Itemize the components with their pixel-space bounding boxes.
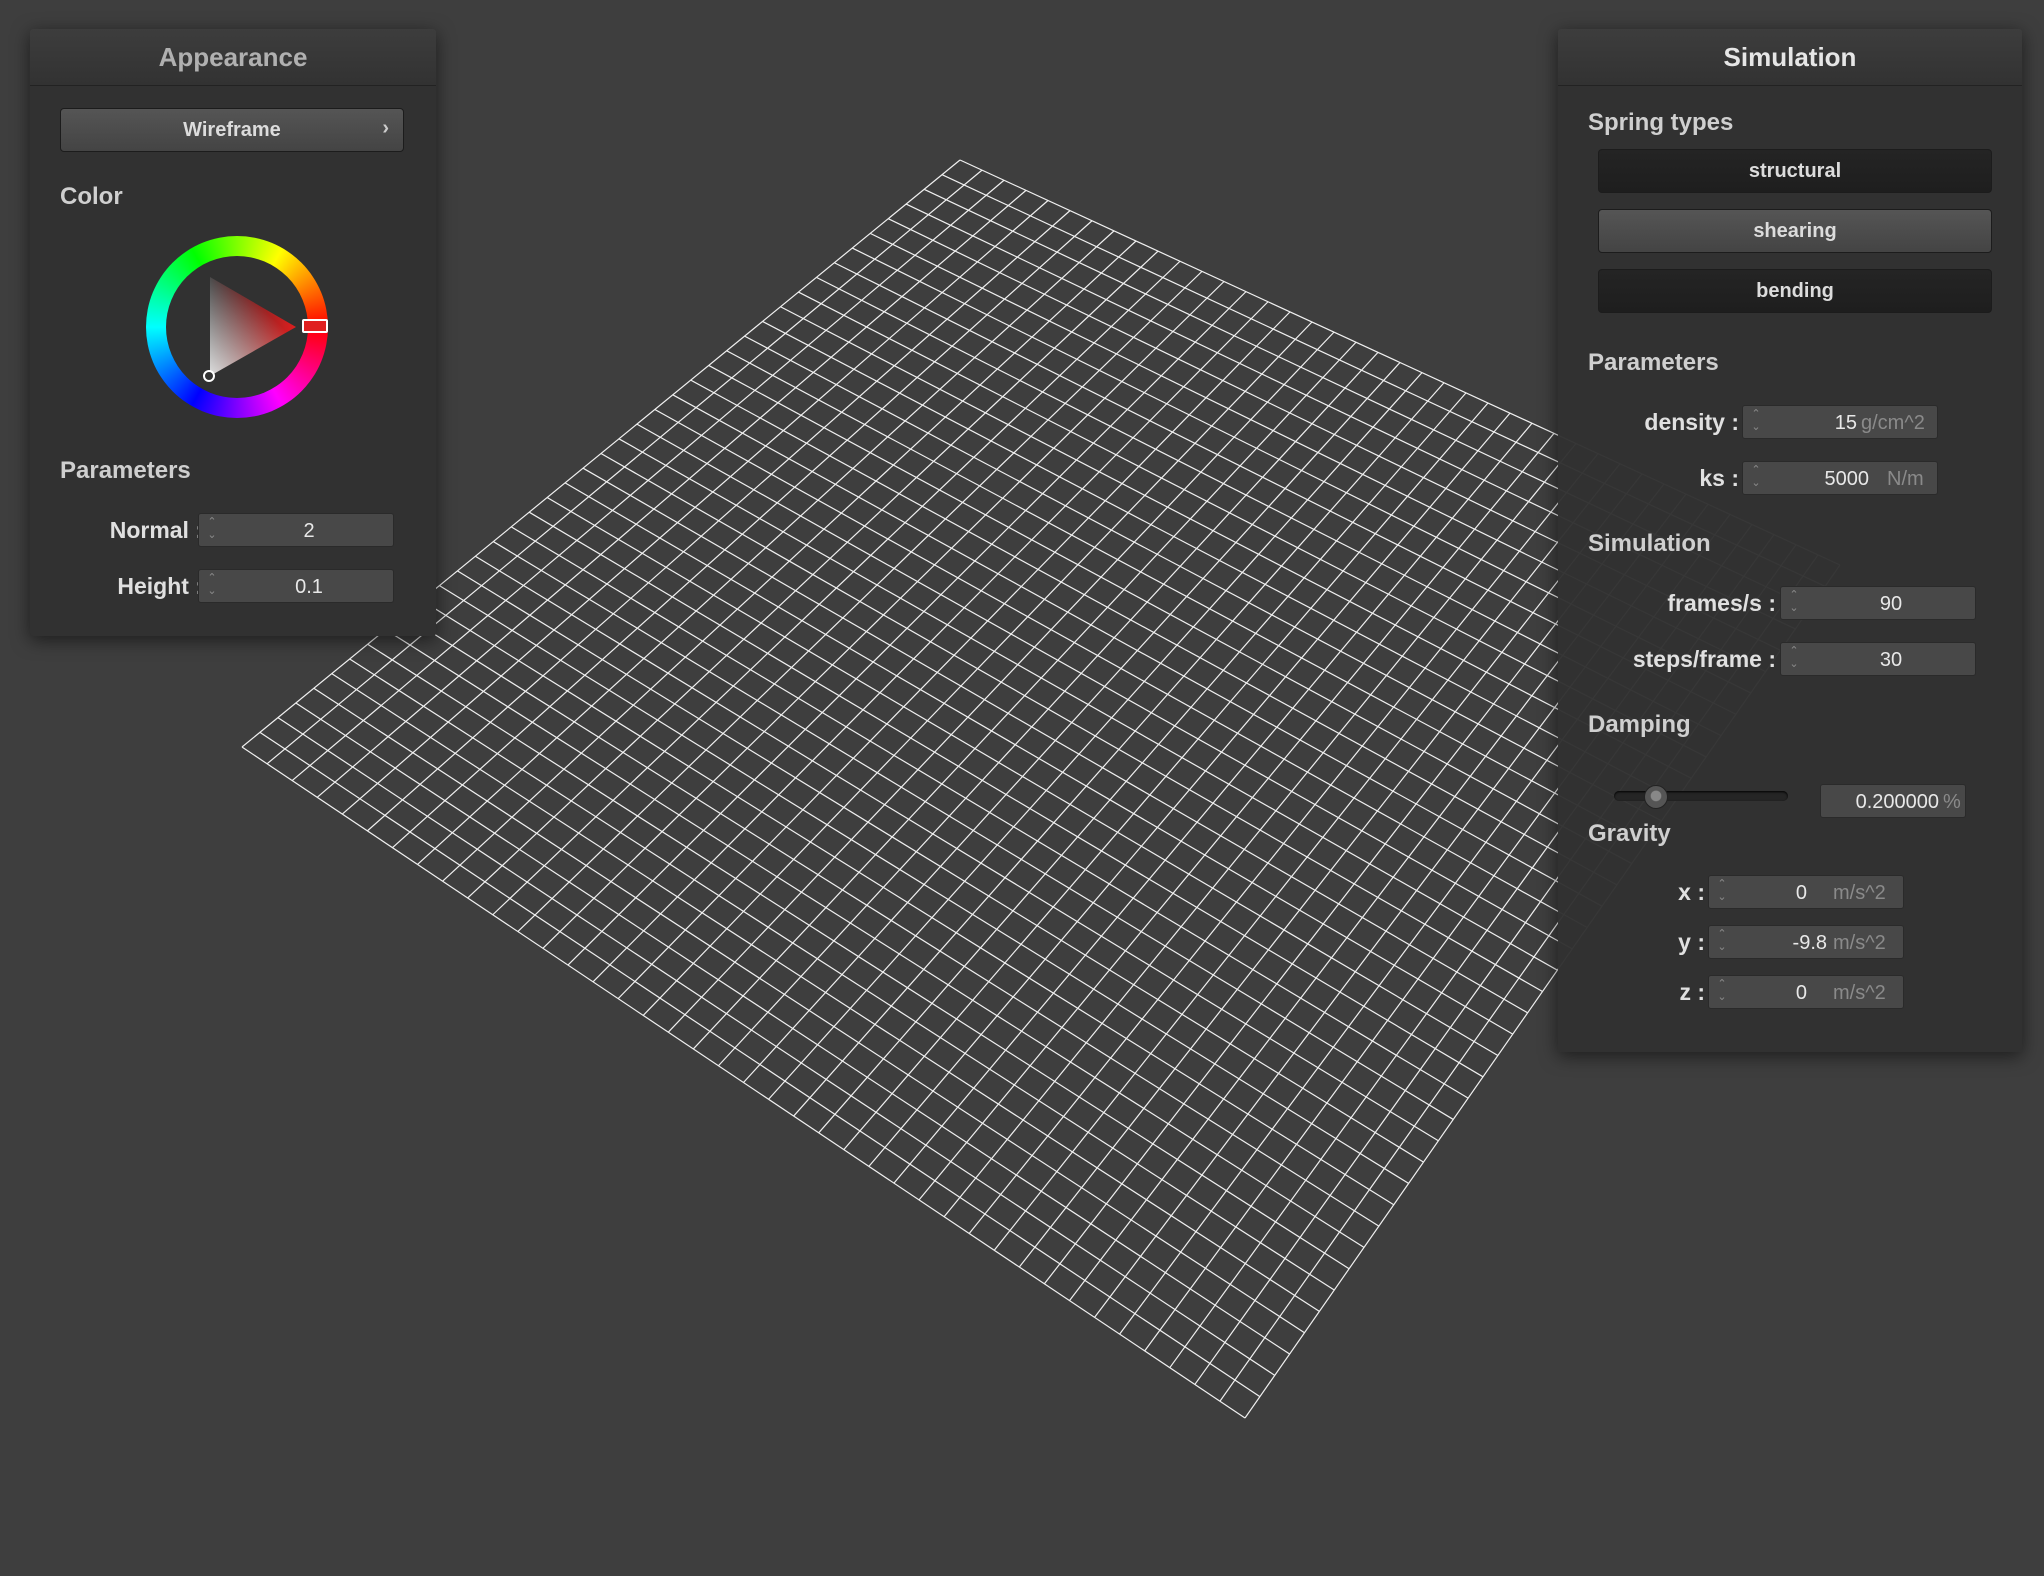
height-input[interactable]: ⌃ ⌄ 0.1 (198, 569, 394, 603)
density-value: 15 (1834, 412, 1857, 434)
normal-input[interactable]: ⌃ ⌄ 2 (198, 513, 394, 547)
gravity-y-value: -9.8 (1792, 932, 1827, 954)
mesh-line (349, 658, 1335, 1291)
mesh-line (313, 687, 1305, 1334)
steps-value: 30 (1879, 649, 1903, 671)
steps-input[interactable]: ⌃ ⌄ 30 (1780, 642, 1976, 676)
height-label: Height : (117, 573, 203, 599)
gravity-label: Gravity (1588, 820, 1671, 847)
fps-value: 90 (1879, 593, 1903, 615)
fps-label: frames/s : (1667, 590, 1776, 616)
gravity-y-input[interactable]: ⌃ ⌄ -9.8 m/s^2 (1708, 925, 1904, 959)
density-input[interactable]: ⌃ ⌄ 15 g/cm^2 (1742, 405, 1938, 439)
shearing-toggle[interactable]: shearing (1598, 209, 1992, 253)
appearance-panel: Appearance Wireframe › Color Parameters … (30, 29, 436, 636)
gravity-x-value: 0 (1795, 882, 1807, 904)
render-mode-label: Wireframe (183, 118, 281, 141)
mesh-line (277, 717, 1276, 1376)
fps-input[interactable]: ⌃ ⌄ 90 (1780, 586, 1976, 620)
mesh-line (241, 746, 1246, 1419)
damping-slider[interactable] (1614, 785, 1788, 809)
gravity-x-input[interactable]: ⌃ ⌄ 0 m/s^2 (1708, 875, 1904, 909)
gravity-y-unit: m/s^2 (1833, 932, 1886, 954)
normal-value: 2 (303, 520, 315, 542)
chevron-right-icon: › (382, 117, 389, 139)
mesh-line (259, 731, 1261, 1398)
hue-marker[interactable] (302, 319, 328, 333)
damping-label: Damping (1588, 711, 1691, 738)
normal-label: Normal : (109, 517, 203, 543)
stepper-icon[interactable]: ⌃ ⌄ (1749, 464, 1763, 490)
parameters-label: Parameters (60, 457, 191, 484)
simulation-label: Simulation (1588, 530, 1711, 557)
gravity-z-label: z : (1679, 979, 1705, 1005)
gravity-z-value: 0 (1795, 982, 1807, 1004)
stepper-icon[interactable]: ⌃ ⌄ (1787, 645, 1801, 671)
density-label: density : (1644, 409, 1739, 435)
shearing-label: shearing (1753, 219, 1837, 242)
gravity-z-input[interactable]: ⌃ ⌄ 0 m/s^2 (1708, 975, 1904, 1009)
stepper-icon[interactable]: ⌃ ⌄ (205, 572, 219, 598)
mesh-line (295, 702, 1290, 1355)
gravity-x-unit: m/s^2 (1833, 882, 1886, 904)
ks-unit: N/m (1887, 468, 1924, 490)
stepper-icon[interactable]: ⌃ ⌄ (1715, 928, 1729, 954)
density-unit: g/cm^2 (1861, 412, 1925, 434)
shade-marker[interactable] (203, 370, 215, 382)
color-wheel[interactable] (146, 236, 328, 418)
stepper-icon[interactable]: ⌃ ⌄ (205, 516, 219, 542)
panel-title: Simulation (1558, 29, 2022, 86)
parameters-label: Parameters (1588, 349, 1719, 376)
ks-value: 5000 (1824, 468, 1870, 490)
simulation-panel: Simulation Spring types structural shear… (1558, 29, 2022, 1052)
damping-value: 0.200000 (1855, 791, 1939, 813)
bending-label: bending (1756, 279, 1834, 302)
ks-label: ks : (1699, 465, 1739, 491)
steps-label: steps/frame : (1632, 646, 1776, 672)
structural-toggle[interactable]: structural (1598, 149, 1992, 193)
slider-track[interactable] (1614, 791, 1788, 801)
bending-toggle[interactable]: bending (1598, 269, 1992, 313)
stepper-icon[interactable]: ⌃ ⌄ (1715, 978, 1729, 1004)
stepper-icon[interactable]: ⌃ ⌄ (1749, 408, 1763, 434)
ks-input[interactable]: ⌃ ⌄ 5000 N/m (1742, 461, 1938, 495)
color-label: Color (60, 183, 123, 210)
stepper-icon[interactable]: ⌃ ⌄ (1787, 589, 1801, 615)
structural-label: structural (1748, 159, 1842, 182)
damping-unit: % (1943, 791, 1961, 813)
damping-input[interactable]: 0.200000 % (1820, 784, 1966, 818)
render-mode-button[interactable]: Wireframe › (60, 108, 404, 152)
gravity-y-label: y : (1678, 929, 1705, 955)
gravity-z-unit: m/s^2 (1833, 982, 1886, 1004)
panel-title: Appearance (30, 29, 436, 86)
saturation-triangle[interactable] (146, 236, 328, 418)
spring-types-label: Spring types (1588, 109, 1734, 136)
height-value: 0.1 (295, 576, 323, 598)
slider-thumb[interactable] (1644, 785, 1669, 809)
stepper-icon[interactable]: ⌃ ⌄ (1715, 878, 1729, 904)
gravity-x-label: x : (1678, 879, 1705, 905)
